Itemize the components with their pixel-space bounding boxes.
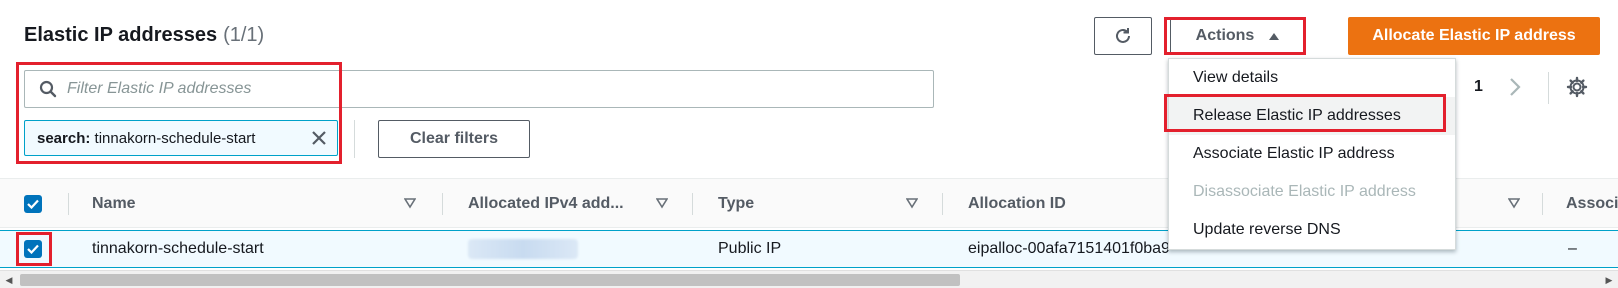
cell-type: Public IP — [718, 240, 782, 257]
gear-icon[interactable] — [1566, 76, 1588, 98]
filter-token-key: search: — [37, 129, 91, 147]
check-icon — [27, 199, 39, 209]
caret-up-icon — [1269, 33, 1280, 40]
sort-down-icon[interactable] — [656, 197, 668, 209]
actions-button[interactable]: Actions — [1170, 17, 1306, 55]
chevron-right-icon[interactable] — [1508, 76, 1522, 98]
pagination-divider — [1548, 72, 1549, 104]
horizontal-scrollbar[interactable]: ◀ ▶ — [0, 270, 1618, 288]
cell-association: – — [1568, 240, 1577, 257]
column-header-name[interactable]: Name — [92, 179, 136, 229]
filter-input[interactable] — [67, 80, 867, 98]
cell-ipv4-redacted — [468, 239, 578, 259]
column-separator — [942, 193, 943, 215]
column-header-association[interactable]: Associ — [1566, 179, 1618, 229]
column-separator — [1542, 193, 1543, 215]
column-header-allocation-id[interactable]: Allocation ID — [968, 179, 1066, 229]
selection-count: (1/1) — [223, 24, 265, 46]
scroll-left-icon[interactable]: ◀ — [2, 274, 16, 286]
filter-token-text: search: tinnakorn-schedule-start — [37, 130, 255, 147]
column-header-ipv4[interactable]: Allocated IPv4 add... — [468, 179, 624, 229]
menu-item-disassociate-elastic-ip: Disassociate Elastic IP address — [1193, 183, 1416, 200]
check-icon — [27, 244, 39, 254]
column-header-type[interactable]: Type — [718, 179, 754, 229]
column-separator — [442, 193, 443, 215]
filter-divider — [354, 120, 355, 158]
cell-name: tinnakorn-schedule-start — [92, 240, 264, 257]
cell-allocation-id[interactable]: eipalloc-00afa7151401f0ba9 — [968, 231, 1170, 267]
refresh-button[interactable] — [1094, 17, 1152, 55]
menu-item-update-reverse-dns[interactable]: Update reverse DNS — [1169, 211, 1455, 249]
close-icon[interactable] — [311, 130, 327, 146]
filter-token: search: tinnakorn-schedule-start — [24, 120, 338, 156]
refresh-icon — [1116, 28, 1130, 43]
sort-down-icon[interactable] — [404, 197, 416, 209]
filter-field[interactable] — [24, 70, 934, 108]
page-number[interactable]: 1 — [1474, 78, 1483, 96]
actions-label: Actions — [1195, 27, 1255, 44]
sort-down-icon[interactable] — [1508, 197, 1520, 209]
menu-item-view-details[interactable]: View details — [1169, 59, 1455, 97]
scroll-right-icon[interactable]: ▶ — [1602, 274, 1616, 286]
allocate-elastic-ip-button[interactable]: Allocate Elastic IP address — [1348, 17, 1600, 55]
sort-down-icon[interactable] — [906, 197, 918, 209]
column-separator — [692, 193, 693, 215]
menu-item-associate-elastic-ip[interactable]: Associate Elastic IP address — [1169, 135, 1455, 173]
search-icon — [39, 80, 57, 98]
menu-item-release-elastic-ip[interactable]: Release Elastic IP addresses — [1169, 97, 1455, 135]
filter-token-value: tinnakorn-schedule-start — [94, 129, 256, 147]
page-title: Elastic IP addresses (1/1) — [24, 24, 264, 47]
page-title-text: Elastic IP addresses — [24, 24, 218, 46]
actions-menu: View details Release Elastic IP addresse… — [1168, 58, 1456, 250]
clear-filters-button[interactable]: Clear filters — [378, 120, 530, 158]
row-checkbox[interactable] — [24, 240, 42, 258]
column-separator — [68, 193, 69, 215]
select-all-checkbox[interactable] — [24, 195, 42, 213]
scrollbar-thumb[interactable] — [20, 274, 960, 286]
